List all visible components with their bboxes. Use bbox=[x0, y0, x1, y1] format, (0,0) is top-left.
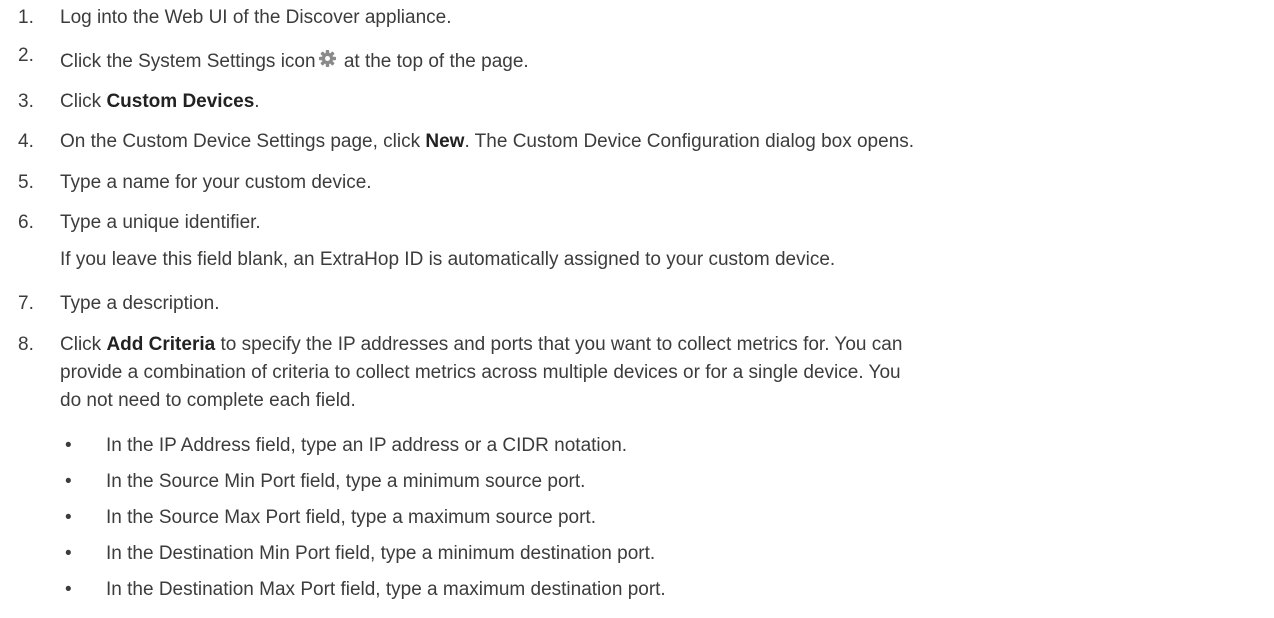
criteria-bullet-list: • In the IP Address field, type an IP add… bbox=[0, 434, 1274, 601]
step-number: 1. bbox=[18, 7, 34, 28]
step-text-line: do not need to complete each field. bbox=[60, 390, 356, 411]
step-2: 2. Click the System Settings icon at the… bbox=[0, 45, 529, 74]
list-item-text: In the Destination Max Port field, type … bbox=[106, 579, 666, 600]
step-number: 5. bbox=[18, 172, 34, 193]
ui-term-new: New bbox=[425, 131, 465, 152]
step-text-after: . bbox=[254, 91, 260, 112]
step-number: 4. bbox=[18, 131, 34, 152]
bullet: • bbox=[65, 543, 72, 564]
step-1: 1. Log into the Web UI of the Discover a… bbox=[0, 6, 452, 29]
step-number: 3. bbox=[18, 91, 34, 112]
list-item-text: In the Source Min Port field, type a min… bbox=[106, 471, 586, 492]
list-item: • In the Destination Max Port field, type… bbox=[0, 578, 1274, 601]
step-text-after: to specify the IP addresses and ports th… bbox=[215, 334, 903, 355]
step-text: Click bbox=[60, 91, 107, 112]
list-item: • In the IP Address field, type an IP add… bbox=[0, 434, 1274, 457]
step-number: 7. bbox=[18, 293, 34, 314]
gear-icon bbox=[318, 49, 337, 74]
step-text: Type a description. bbox=[60, 293, 220, 314]
step-number: 6. bbox=[18, 212, 34, 233]
step-number: 8. bbox=[18, 334, 34, 355]
step-text: On the Custom Device Settings page, clic… bbox=[60, 131, 426, 152]
bullet: • bbox=[65, 507, 72, 528]
step-number: 2. bbox=[18, 45, 34, 66]
bullet: • bbox=[65, 579, 72, 600]
step-text: Type a unique identifier. bbox=[60, 212, 261, 233]
step-note: If you leave this field blank, an ExtraH… bbox=[60, 249, 836, 270]
list-item: • In the Destination Min Port field, type… bbox=[0, 542, 1274, 565]
step-text: Type a name for your custom device. bbox=[60, 172, 372, 193]
step-3: 3. Click Custom Devices. bbox=[0, 90, 260, 113]
bullet: • bbox=[65, 471, 72, 492]
step-8: 8. Click Add Criteria to specify the IP … bbox=[0, 333, 902, 412]
step-text: Click bbox=[60, 334, 107, 355]
step-5: 5. Type a name for your custom device. bbox=[0, 171, 372, 194]
list-item: • In the Source Max Port field, type a ma… bbox=[0, 506, 1274, 529]
step-text: Click the System Settings icon bbox=[60, 51, 316, 72]
bullet: • bbox=[65, 435, 72, 456]
step-text-line: provide a combination of criteria to col… bbox=[60, 362, 901, 383]
list-item: • In the Source Min Port field, type a mi… bbox=[0, 470, 1274, 493]
list-item-text: In the Source Max Port field, type a max… bbox=[106, 507, 596, 528]
step-6: 6. Type a unique identifier. If you leav… bbox=[0, 211, 835, 271]
ui-term-custom-devices: Custom Devices bbox=[106, 91, 255, 112]
step-text-after: . The Custom Device Configuration dialog… bbox=[464, 131, 915, 152]
ui-term-add-criteria: Add Criteria bbox=[106, 334, 216, 355]
step-text: Log into the Web UI of the Discover appl… bbox=[60, 7, 452, 28]
list-item-text: In the IP Address field, type an IP addr… bbox=[106, 435, 628, 456]
list-item-text: In the Destination Min Port field, type … bbox=[106, 543, 656, 564]
step-text-after: at the top of the page. bbox=[338, 51, 529, 72]
step-4: 4. On the Custom Device Settings page, c… bbox=[0, 130, 914, 153]
step-7: 7. Type a description. bbox=[0, 292, 219, 315]
